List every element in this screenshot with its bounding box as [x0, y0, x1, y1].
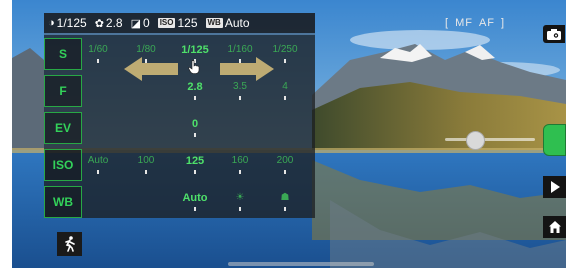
zoom-slider-track[interactable]	[445, 138, 535, 141]
option-tick	[284, 170, 286, 174]
wb-summary[interactable]: WB Auto	[205, 16, 250, 30]
option-tick	[194, 96, 196, 100]
setting-row-wb[interactable]: Auto ☀ ☗	[88, 186, 315, 218]
option-tick	[194, 133, 196, 137]
option-tick	[284, 207, 286, 211]
setting-option[interactable]: Auto	[88, 155, 109, 166]
option-tick	[194, 207, 196, 211]
home-button[interactable]	[543, 216, 566, 238]
switch-camera-button[interactable]	[543, 25, 565, 43]
setting-option[interactable]: 125	[186, 155, 204, 167]
exposure-icon: ◪	[130, 17, 141, 30]
person-icon	[64, 236, 75, 252]
setting-row-s[interactable]: 1/60 1/80 1/125 1/160 1/250	[88, 38, 315, 70]
shutter-speed-icon: ◑	[48, 17, 55, 29]
setting-option[interactable]: 100	[138, 155, 155, 166]
zoom-slider-knob[interactable]	[466, 131, 485, 150]
setting-option[interactable]: 4	[282, 81, 288, 92]
auto-focus-toggle[interactable]: AF	[479, 17, 495, 29]
aperture-icon: ✿	[94, 17, 104, 30]
white-balance-icon: WB	[205, 18, 223, 28]
home-icon	[548, 221, 561, 233]
setting-option[interactable]: 0	[192, 118, 198, 130]
setting-option[interactable]: ☀	[236, 192, 245, 203]
setting-tab-ev[interactable]: EV	[44, 112, 82, 144]
iso-value: 125	[177, 16, 198, 30]
option-tick	[194, 170, 196, 174]
setting-option[interactable]: 1/160	[227, 44, 252, 55]
setting-option[interactable]: 1/250	[272, 44, 297, 55]
manual-settings-panel: S 1/60 1/80 1/125 1/160 1/250 F 2.8 3.5 4 EV 0 ISO Au…	[44, 35, 315, 218]
play-icon	[550, 181, 560, 193]
setting-row-f[interactable]: 2.8 3.5 4	[88, 75, 315, 107]
setting-option[interactable]: 200	[277, 155, 294, 166]
arrow-right-icon	[220, 57, 274, 81]
setting-tab-s[interactable]: S	[44, 38, 82, 70]
camera-icon	[547, 28, 561, 40]
setting-row-ev[interactable]: 0	[88, 112, 315, 144]
option-tick	[239, 170, 241, 174]
option-tick	[239, 207, 241, 211]
home-indicator-bar[interactable]	[228, 262, 374, 266]
shutter-value: 1/125	[56, 16, 87, 30]
manual-focus-toggle[interactable]: MF	[455, 17, 473, 29]
option-tick	[284, 96, 286, 100]
settings-summary-bar[interactable]: ◑ 1/125 ✿ 2.8 ◪ 0 ISO 125 WB Auto	[44, 13, 315, 33]
setting-option[interactable]: 160	[232, 155, 249, 166]
setting-option[interactable]: 3.5	[233, 81, 247, 92]
setting-option[interactable]: 1/80	[136, 44, 155, 55]
camera-viewfinder: ◑ 1/125 ✿ 2.8 ◪ 0 ISO 125 WB Auto [ MF AF]…	[0, 0, 566, 268]
setting-tab-iso[interactable]: ISO	[44, 149, 82, 181]
iso-icon: ISO	[157, 18, 176, 28]
setting-row-iso[interactable]: Auto 100 125 160 200	[88, 149, 315, 181]
setting-option[interactable]: 1/125	[181, 44, 209, 56]
aperture-summary[interactable]: ✿ 2.8	[95, 16, 123, 30]
shutter-summary[interactable]: ◑ 1/125	[48, 16, 87, 30]
option-tick	[97, 170, 99, 174]
focus-mode-selector[interactable]: [ MF AF]	[442, 17, 508, 29]
setting-option[interactable]: 1/60	[88, 44, 107, 55]
arrow-left-icon	[124, 57, 178, 81]
ev-summary[interactable]: ◪ 0	[131, 16, 150, 30]
motion-mode-button[interactable]	[57, 232, 82, 256]
playback-button[interactable]	[543, 176, 566, 198]
setting-option[interactable]: ☗	[281, 192, 290, 203]
setting-option[interactable]: Auto	[182, 192, 207, 204]
bracket-close: ]	[501, 17, 506, 29]
shutter-button[interactable]	[543, 124, 566, 156]
hand-pointer-icon	[188, 60, 200, 74]
setting-option[interactable]: 2.8	[187, 81, 202, 93]
iso-summary[interactable]: ISO 125	[157, 16, 198, 30]
bracket-open: [	[445, 17, 450, 29]
option-tick	[284, 59, 286, 63]
wb-value: Auto	[224, 16, 250, 30]
aperture-value: 2.8	[105, 16, 123, 30]
option-tick	[145, 170, 147, 174]
setting-tab-f[interactable]: F	[44, 75, 82, 107]
option-tick	[97, 59, 99, 63]
option-tick	[239, 96, 241, 100]
ev-value: 0	[143, 16, 150, 30]
setting-tab-wb[interactable]: WB	[44, 186, 82, 218]
